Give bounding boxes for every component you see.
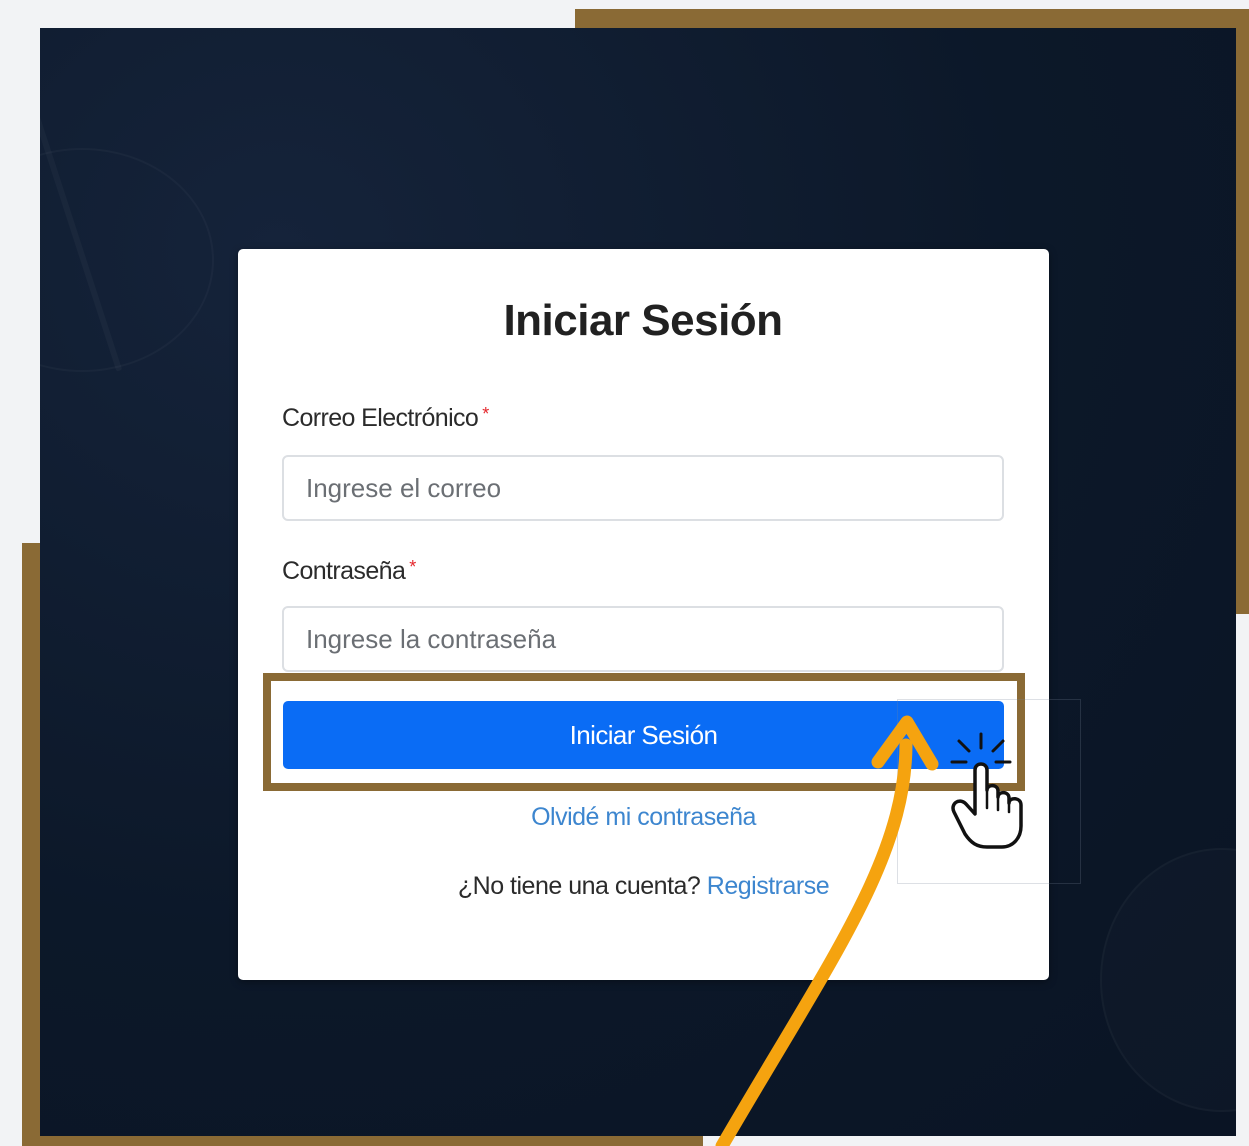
register-prompt: ¿No tiene una cuenta? Registrarse <box>238 872 1049 901</box>
password-label-text: Contraseña <box>282 557 406 585</box>
no-account-text: ¿No tiene una cuenta? <box>457 872 701 900</box>
background-decoration <box>1100 848 1236 1112</box>
email-label-text: Correo Electrónico <box>282 404 479 432</box>
login-submit-button[interactable]: Iniciar Sesión <box>283 701 1004 769</box>
email-label: Correo Electrónico * <box>282 404 489 433</box>
required-marker: * <box>409 557 416 577</box>
password-label: Contraseña * <box>282 557 416 586</box>
forgot-password-link[interactable]: Olvidé mi contraseña <box>238 803 1049 832</box>
login-title: Iniciar Sesión <box>503 296 783 345</box>
required-marker: * <box>482 404 489 424</box>
register-link[interactable]: Registrarse <box>707 872 830 900</box>
email-field[interactable] <box>282 455 1004 521</box>
tutorial-stage: Iniciar Sesión Correo Electrónico* Contr… <box>0 0 1249 1146</box>
password-field[interactable] <box>282 606 1004 672</box>
